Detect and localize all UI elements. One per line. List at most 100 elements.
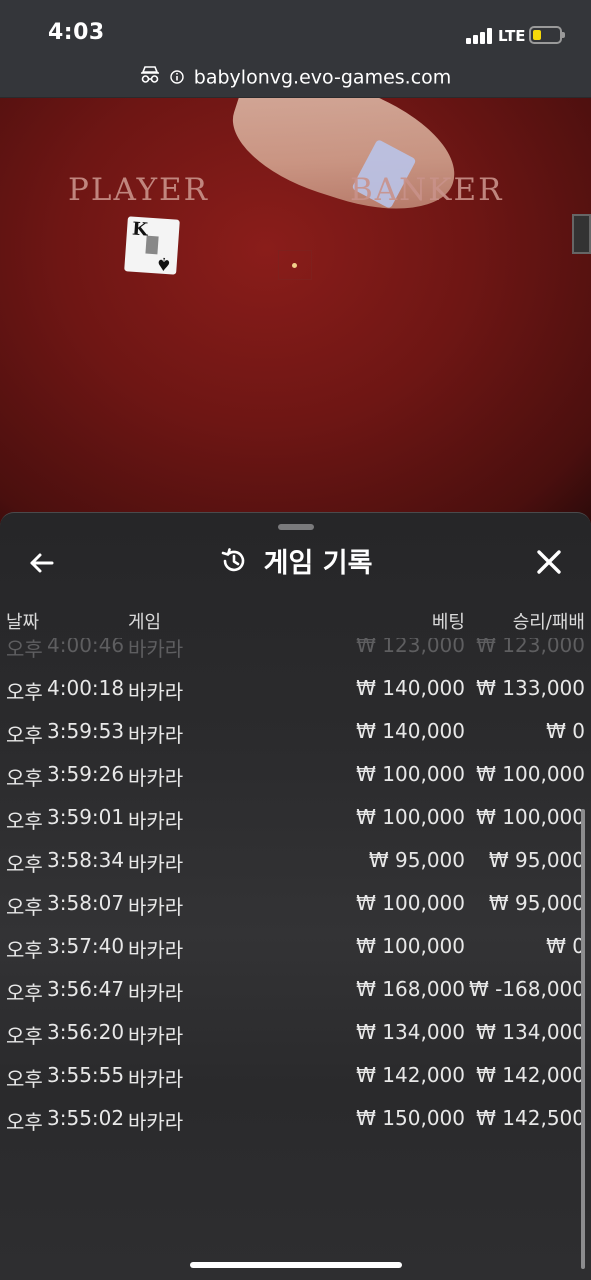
row-ampm: 오후 [6,680,43,704]
row-time: 4:00:18 [47,676,125,700]
status-time: 4:03 [48,20,105,45]
table-row[interactable]: 오후 3:56:20 바카라 ₩ 134,000 ₩ 134,000 [0,1012,591,1055]
row-time: 3:58:34 [47,848,125,872]
row-time: 3:59:01 [47,805,125,829]
row-result: ₩ 0 [546,934,585,958]
panel-header: 게임 기록 [0,541,591,581]
row-ampm: 오후 [6,638,43,661]
row-result: ₩ 133,000 [476,676,585,700]
column-header-game: 게임 [128,612,162,633]
row-result: ₩ 95,000 [488,848,585,872]
row-ampm: 오후 [6,852,43,876]
row-bet: ₩ 140,000 [356,676,465,700]
row-bet: ₩ 150,000 [356,1106,465,1130]
row-bet: ₩ 100,000 [356,805,465,829]
table-row[interactable]: 오후 4:00:18 바카라 ₩ 140,000 ₩ 133,000 [0,668,591,711]
column-header-bet: 베팅 [431,612,465,633]
row-bet: ₩ 134,000 [356,1020,465,1044]
row-time: 3:59:26 [47,762,125,786]
row-ampm: 오후 [6,1110,43,1134]
history-icon [221,547,244,571]
row-bet: ₩ 100,000 [356,891,465,915]
row-time: 3:57:40 [47,934,125,958]
table-dot [292,263,297,268]
row-game: 바카라 [128,852,184,876]
row-bet: ₩ 123,000 [356,638,465,657]
row-time: 4:00:46 [47,638,125,657]
row-game: 바카라 [128,1024,184,1048]
row-result: ₩ 142,500 [476,1106,585,1130]
row-bet: ₩ 95,000 [368,848,465,872]
info-icon[interactable] [170,67,184,89]
close-button[interactable] [528,541,570,583]
row-result: ₩ 134,000 [476,1020,585,1044]
row-result: ₩ -168,000 [468,977,585,1001]
row-ampm: 오후 [6,1067,43,1091]
row-game: 바카라 [128,981,184,1005]
row-result: ₩ 100,000 [476,805,585,829]
row-time: 3:59:53 [47,719,125,743]
table-row[interactable]: 오후 3:58:07 바카라 ₩ 100,000 ₩ 95,000 [0,883,591,926]
row-game: 바카라 [128,809,184,833]
browser-url-bar[interactable]: babylonvg.evo-games.com [0,62,591,98]
player-card: K ♠ [124,216,180,275]
row-ampm: 오후 [6,809,43,833]
column-header-result: 승리/패배 [512,612,585,633]
screen: 4:03 LTE babylonvg.evo-games.com PLAYER … [0,0,591,1280]
row-result: ₩ 123,000 [476,638,585,657]
player-label: PLAYER [68,172,210,208]
table-row[interactable]: 오후 3:59:01 바카라 ₩ 100,000 ₩ 100,000 [0,797,591,840]
row-game: 바카라 [128,723,184,747]
table-row[interactable]: 오후 3:59:26 바카라 ₩ 100,000 ₩ 100,000 [0,754,591,797]
card-suit: ♠ [154,252,173,275]
row-bet: ₩ 142,000 [356,1063,465,1087]
row-result: ₩ 142,000 [476,1063,585,1087]
incognito-icon [140,66,160,89]
row-game: 바카라 [128,680,184,704]
table-row[interactable]: 오후 3:55:55 바카라 ₩ 142,000 ₩ 142,000 [0,1055,591,1098]
table-row[interactable]: 오후 3:58:34 바카라 ₩ 95,000 ₩ 95,000 [0,840,591,883]
dealer-hand [218,98,472,231]
table-row[interactable]: 오후 4:00:46 바카라 ₩ 123,000 ₩ 123,000 [0,638,591,668]
table-row[interactable]: 오후 3:56:47 바카라 ₩ 168,000 ₩ -168,000 [0,969,591,1012]
table-row[interactable]: 오후 3:55:02 바카라 ₩ 150,000 ₩ 142,500 [0,1098,591,1141]
row-time: 3:58:07 [47,891,125,915]
row-bet: ₩ 100,000 [356,762,465,786]
table-row[interactable]: 오후 3:59:53 바카라 ₩ 140,000 ₩ 0 [0,711,591,754]
drag-handle[interactable] [278,524,314,530]
row-time: 3:55:02 [47,1106,125,1130]
row-game: 바카라 [128,895,184,919]
banker-label: BANKER [350,172,504,208]
row-ampm: 오후 [6,723,43,747]
card-shoe [572,214,591,254]
row-game: 바카라 [128,1067,184,1091]
row-ampm: 오후 [6,981,43,1005]
game-history-panel: 게임 기록 날짜 게임 베팅 승리/패배 오후 4:00:46 바카라 ₩ 123,0… [0,512,591,1280]
row-result: ₩ 100,000 [476,762,585,786]
live-video-stream: PLAYER BANKER K ♠ [0,98,591,528]
scrollbar[interactable] [581,809,585,1269]
close-icon [537,550,561,574]
history-table-body[interactable]: 오후 4:00:46 바카라 ₩ 123,000 ₩ 123,000 오후 4:00:18 바… [0,638,591,1258]
table-row[interactable]: 오후 3:57:40 바카라 ₩ 100,000 ₩ 0 [0,926,591,969]
row-bet: ₩ 100,000 [356,934,465,958]
row-game: 바카라 [128,638,184,661]
row-game: 바카라 [128,938,184,962]
home-indicator[interactable] [190,1262,402,1268]
row-ampm: 오후 [6,895,43,919]
cellular-signal-icon [466,28,494,44]
row-time: 3:55:55 [47,1063,125,1087]
row-result: ₩ 95,000 [488,891,585,915]
row-bet: ₩ 168,000 [356,977,465,1001]
row-time: 3:56:20 [47,1020,125,1044]
row-ampm: 오후 [6,938,43,962]
row-ampm: 오후 [6,766,43,790]
row-bet: ₩ 140,000 [356,719,465,743]
network-type: LTE [498,27,526,45]
panel-title: 게임 기록 [263,548,373,579]
column-header-date: 날짜 [6,612,40,633]
row-game: 바카라 [128,1110,184,1134]
history-table-header: 날짜 게임 베팅 승리/패배 [0,608,591,638]
status-bar: 4:03 LTE [0,0,591,62]
row-time: 3:56:47 [47,977,125,1001]
